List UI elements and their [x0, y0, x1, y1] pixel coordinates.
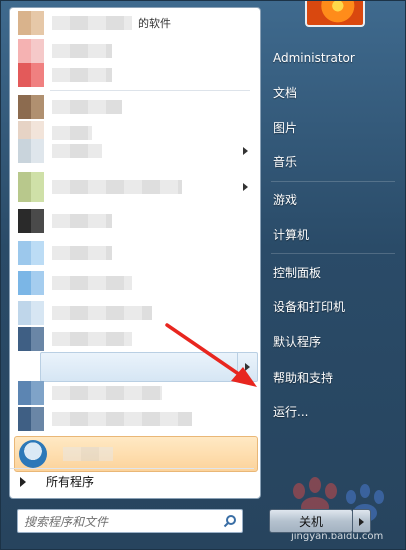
submenu-arrow-icon[interactable] — [243, 183, 248, 191]
program-label-blurred — [52, 180, 182, 194]
program-item[interactable] — [14, 326, 258, 352]
right-item-music[interactable]: 音乐 — [269, 148, 397, 174]
program-item[interactable] — [14, 300, 258, 326]
program-icon — [18, 407, 44, 431]
start-menu: 的软件 所有程序 搜索程序和文件 Administrator 文档 图片 音乐 … — [0, 0, 406, 550]
program-icon — [18, 209, 44, 233]
search-box[interactable] — [17, 509, 243, 533]
program-label-blurred — [52, 44, 112, 58]
play-arrow-icon — [20, 476, 26, 487]
program-item-highlighted[interactable] — [14, 436, 258, 472]
program-icon — [18, 381, 44, 405]
program-label-blurred — [52, 412, 192, 426]
program-label-blurred — [52, 100, 122, 114]
program-label-blurred — [52, 246, 112, 260]
right-item-help-support[interactable]: 帮助和支持 — [269, 364, 397, 390]
right-item-devices-printers[interactable]: 设备和打印机 — [269, 293, 397, 319]
program-icon — [18, 271, 44, 295]
program-label-blurred — [52, 306, 152, 320]
shutdown-options-button[interactable] — [353, 509, 371, 533]
program-item[interactable] — [14, 270, 258, 296]
submenu-arrow-icon[interactable] — [237, 353, 257, 381]
search-icon[interactable] — [223, 514, 237, 528]
program-item[interactable]: 的软件 — [14, 10, 258, 36]
all-programs-button[interactable]: 所有程序 — [10, 468, 254, 494]
right-item-computer[interactable]: 计算机 — [269, 221, 397, 247]
program-list: 的软件 — [10, 8, 260, 472]
right-item-pictures[interactable]: 图片 — [269, 114, 397, 140]
program-icon — [18, 139, 44, 163]
search-input[interactable] — [24, 513, 214, 530]
program-icon — [18, 172, 44, 202]
right-item-default-programs[interactable]: 默认程序 — [269, 328, 397, 354]
program-icon — [18, 39, 44, 63]
program-icon — [18, 63, 44, 87]
program-item[interactable] — [14, 38, 258, 64]
program-label-blurred — [52, 332, 132, 346]
program-label-blurred — [52, 214, 112, 228]
submenu-arrow-icon[interactable] — [243, 147, 248, 155]
right-item-control-panel[interactable]: 控制面板 — [269, 259, 397, 285]
separator — [271, 253, 395, 254]
program-label-blurred — [52, 144, 102, 158]
program-pane: 的软件 所有程序 — [9, 7, 261, 499]
all-programs-label: 所有程序 — [46, 475, 95, 489]
right-item-administrator[interactable]: Administrator — [269, 45, 397, 71]
program-label-blurred — [52, 276, 132, 290]
program-icon — [18, 11, 44, 35]
separator — [50, 90, 250, 91]
program-label-blurred — [63, 447, 113, 461]
program-item[interactable] — [14, 240, 258, 266]
right-item-games[interactable]: 游戏 — [269, 186, 397, 212]
program-item[interactable] — [14, 62, 258, 88]
program-item[interactable] — [14, 138, 258, 164]
separator — [271, 181, 395, 182]
program-item[interactable] — [14, 406, 258, 432]
program-label-blurred — [52, 16, 132, 30]
program-icon — [19, 440, 47, 468]
program-label-blurred — [52, 68, 112, 82]
program-item[interactable] — [14, 172, 258, 202]
program-icon — [18, 241, 44, 265]
program-label-blurred — [52, 386, 162, 400]
shutdown-button[interactable]: 关机 — [269, 509, 353, 533]
right-item-run[interactable]: 运行... — [269, 398, 397, 424]
program-label-fragment: 的软件 — [138, 17, 171, 30]
program-icon — [18, 301, 44, 325]
right-item-documents[interactable]: 文档 — [269, 79, 397, 105]
program-item[interactable] — [14, 208, 258, 234]
program-item[interactable] — [14, 380, 258, 406]
program-item[interactable] — [14, 94, 258, 120]
user-avatar[interactable] — [305, 1, 365, 27]
program-icon — [18, 327, 44, 351]
program-item-split[interactable] — [40, 352, 258, 382]
program-icon — [18, 95, 44, 119]
shutdown-label: 关机 — [298, 514, 323, 529]
